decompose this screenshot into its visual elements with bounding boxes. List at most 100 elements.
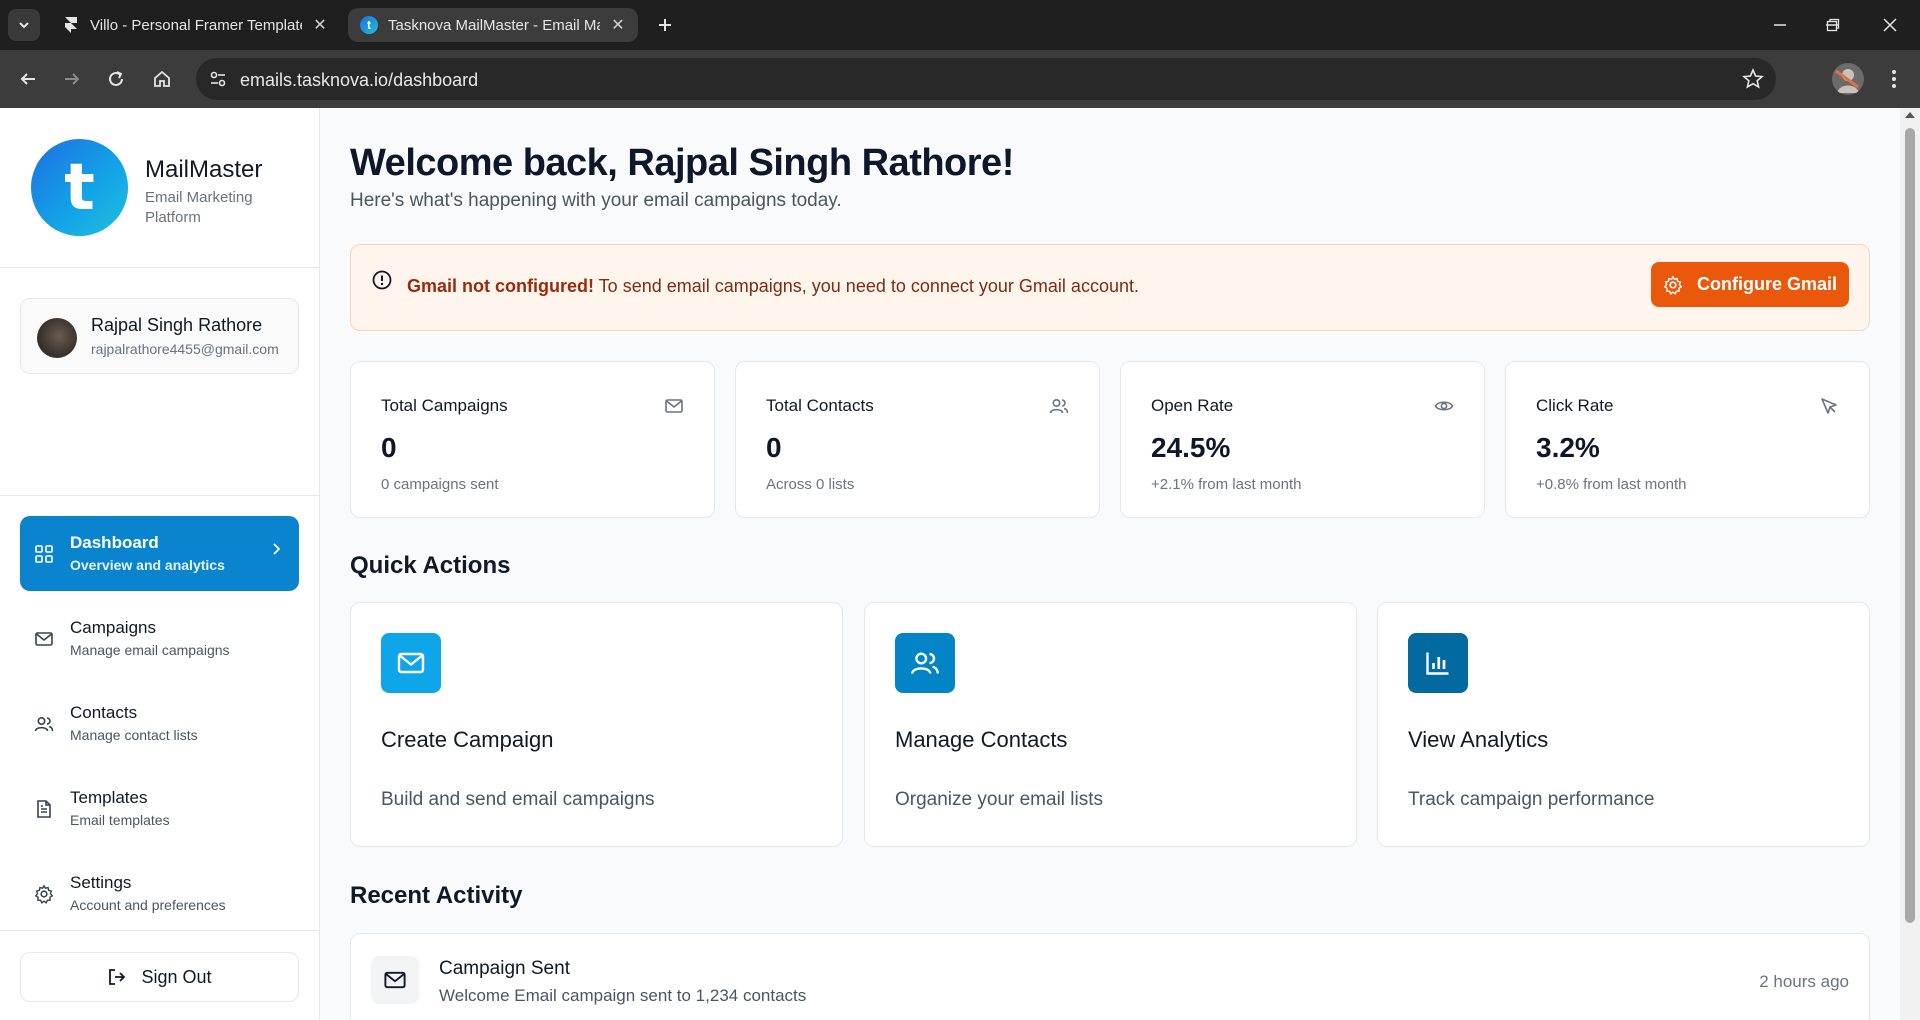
close-icon[interactable]: ✕ xyxy=(312,15,328,35)
back-button[interactable] xyxy=(12,63,44,95)
page-scrollbar[interactable] xyxy=(1900,108,1920,1020)
quick-action-manage-contacts[interactable]: Manage Contacts Organize your email list… xyxy=(864,602,1357,847)
quick-action-icon-box xyxy=(381,633,441,693)
reload-button[interactable] xyxy=(100,63,132,95)
stat-title: Total Contacts xyxy=(766,396,874,415)
brand-name: MailMaster xyxy=(145,156,263,183)
tasknova-favicon-icon: t xyxy=(360,16,378,34)
site-settings-icon[interactable] xyxy=(208,69,228,89)
profile-avatar[interactable] xyxy=(1832,63,1864,95)
plus-icon xyxy=(659,19,671,31)
scroll-up-arrow-icon[interactable] xyxy=(1905,112,1915,118)
browser-menu-button[interactable] xyxy=(1880,63,1908,95)
activity-title: Campaign Sent xyxy=(439,958,570,979)
cursor-icon xyxy=(1821,398,1837,414)
grid-icon xyxy=(35,545,53,563)
url-text: emails.tasknova.io/dashboard xyxy=(240,70,478,91)
bookmark-star-icon[interactable] xyxy=(1742,68,1764,90)
stat-card-total-contacts: Total Contacts 0 Across 0 lists xyxy=(735,361,1100,518)
more-vertical-icon xyxy=(1892,70,1896,88)
tab-title: Tasknova MailMaster - Email Marketing xyxy=(388,16,600,34)
quick-action-title: Manage Contacts xyxy=(895,727,1068,752)
activity-item: Campaign Sent Welcome Email campaign sen… xyxy=(350,933,1870,1020)
sidebar-item-settings[interactable]: Settings Account and preferences xyxy=(20,856,299,931)
tab-title: Villo - Personal Framer Template xyxy=(90,16,302,34)
arrow-right-icon xyxy=(65,73,80,85)
forward-button[interactable] xyxy=(56,63,88,95)
sidebar-item-contacts[interactable]: Contacts Manage contact lists xyxy=(20,686,299,761)
mail-icon xyxy=(35,632,53,646)
sign-out-section: Sign Out xyxy=(0,930,319,1020)
activity-description: Welcome Email campaign sent to 1,234 con… xyxy=(439,986,807,1005)
chevron-down-icon xyxy=(19,22,29,29)
quick-actions-heading: Quick Actions xyxy=(350,552,511,579)
configure-gmail-button[interactable]: Configure Gmail xyxy=(1651,262,1849,307)
nav-title: Templates xyxy=(70,788,148,807)
quick-action-subtitle: Build and send email campaigns xyxy=(381,789,655,810)
page-subtitle: Here's what's happening with your email … xyxy=(350,190,842,211)
alert-strong: Gmail not configured! xyxy=(407,276,594,296)
gmail-alert: Gmail not configured! To send email camp… xyxy=(350,244,1870,331)
user-name: Rajpal Singh Rathore xyxy=(91,315,263,335)
quick-action-create-campaign[interactable]: Create Campaign Build and send email cam… xyxy=(350,602,843,847)
new-tab-button[interactable] xyxy=(650,10,680,40)
restore-button[interactable] xyxy=(1813,10,1853,40)
quick-action-title: View Analytics xyxy=(1408,727,1549,752)
close-icon[interactable]: ✕ xyxy=(610,15,626,35)
brand-logo: t xyxy=(31,139,128,236)
mail-icon xyxy=(665,399,683,413)
close-window-button[interactable] xyxy=(1870,10,1910,40)
profile-picture-icon xyxy=(1835,69,1859,93)
url-path: /dashboard xyxy=(388,70,479,90)
users-icon xyxy=(911,652,939,674)
browser-toolbar: emails.tasknova.io/dashboard xyxy=(0,50,1920,108)
stat-title: Total Campaigns xyxy=(381,396,508,415)
user-card[interactable]: Rajpal Singh Rathore rajpalrathore4455@g… xyxy=(20,298,299,374)
brand-header: t MailMaster Email Marketing Platform xyxy=(0,108,319,268)
activity-icon-box xyxy=(371,956,419,1004)
sidebar-item-templates[interactable]: Templates Email templates xyxy=(20,771,299,846)
quick-action-title: Create Campaign xyxy=(381,727,554,752)
eye-icon xyxy=(1434,401,1454,411)
home-button[interactable] xyxy=(146,63,178,95)
user-email: rajpalrathore4455@gmail.com xyxy=(91,341,279,357)
alert-message: Gmail not configured! To send email camp… xyxy=(407,276,1139,297)
stat-title: Open Rate xyxy=(1151,396,1234,415)
stat-value: 0 xyxy=(381,432,397,463)
app-root: t MailMaster Email Marketing Platform Ra… xyxy=(0,108,1920,1020)
scrollbar-thumb[interactable] xyxy=(1905,128,1915,923)
quick-action-subtitle: Organize your email lists xyxy=(895,789,1104,810)
sidebar-item-campaigns[interactable]: Campaigns Manage email campaigns xyxy=(20,601,299,676)
page-title: Welcome back, Rajpal Singh Rathore! xyxy=(350,142,1014,184)
sign-out-button[interactable]: Sign Out xyxy=(20,952,299,1002)
stat-card-open-rate: Open Rate 24.5% +2.1% from last month xyxy=(1120,361,1485,518)
url-host: emails.tasknova.io xyxy=(240,70,389,90)
nav-title: Settings xyxy=(70,873,132,892)
stat-title: Click Rate xyxy=(1536,396,1614,415)
user-section: Rajpal Singh Rathore rajpalrathore4455@g… xyxy=(0,268,319,496)
nav-subtitle: Manage contact lists xyxy=(70,727,198,743)
tab-search-button[interactable] xyxy=(8,9,40,41)
brand-subtitle: Email Marketing Platform xyxy=(145,189,253,226)
users-icon xyxy=(34,716,54,732)
stat-card-total-campaigns: Total Campaigns 0 0 campaigns sent xyxy=(350,361,715,518)
nav-subtitle: Manage email campaigns xyxy=(70,642,230,658)
address-bar[interactable]: emails.tasknova.io/dashboard xyxy=(196,58,1776,100)
quick-action-icon-box xyxy=(1408,633,1468,693)
minimize-button[interactable] xyxy=(1760,10,1800,40)
alert-circle-icon xyxy=(372,270,392,290)
sidebar-item-dashboard[interactable]: Dashboard Overview and analytics xyxy=(20,516,299,591)
browser-tab-villo[interactable]: Villo - Personal Framer Template ✕ xyxy=(50,8,340,42)
logo-letter: t xyxy=(64,150,95,225)
browser-tab-mailmaster[interactable]: t Tasknova MailMaster - Email Marketing … xyxy=(348,8,638,42)
gear-icon xyxy=(34,884,54,904)
divider xyxy=(0,495,319,496)
recent-activity-heading: Recent Activity xyxy=(350,882,523,909)
nav-title: Contacts xyxy=(70,703,138,722)
quick-action-view-analytics[interactable]: View Analytics Track campaign performanc… xyxy=(1377,602,1870,847)
file-icon xyxy=(37,800,51,818)
stat-value: 3.2% xyxy=(1536,432,1600,463)
framer-icon xyxy=(65,17,77,33)
stat-card-click-rate: Click Rate 3.2% +0.8% from last month xyxy=(1505,361,1870,518)
sign-out-label: Sign Out xyxy=(141,966,212,987)
